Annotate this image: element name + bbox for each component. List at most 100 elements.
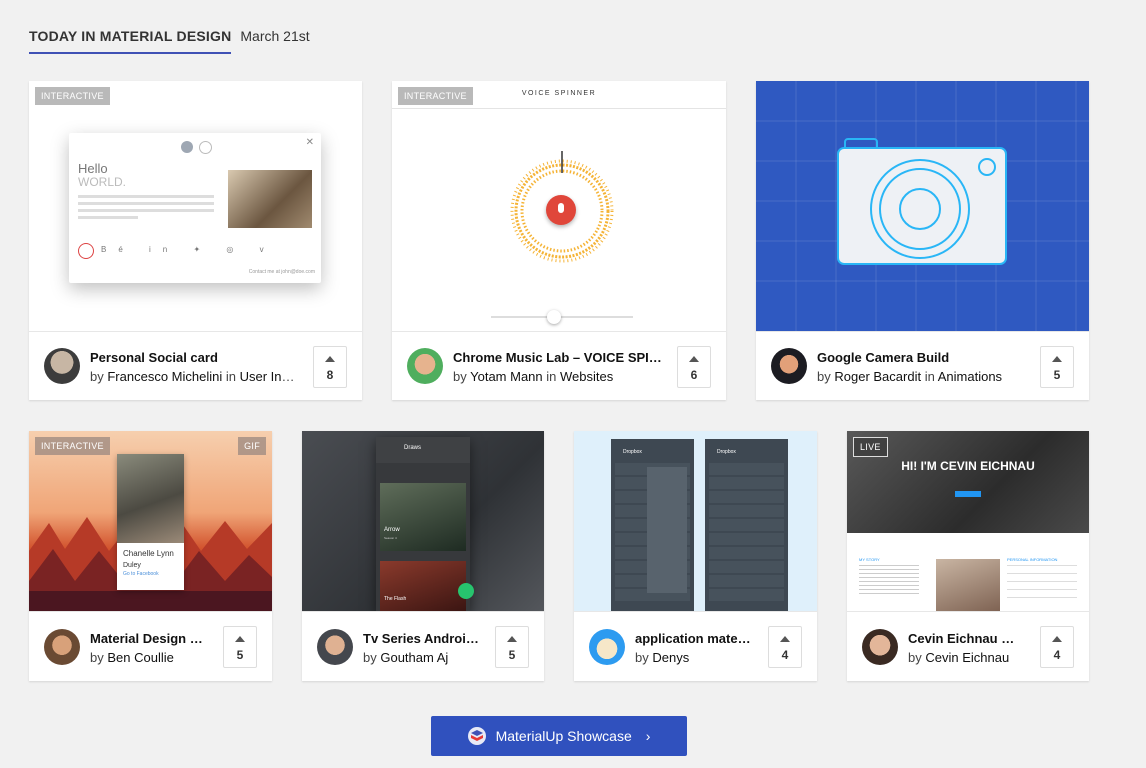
upvote-button[interactable]: 5 <box>223 626 257 668</box>
shot-card[interactable]: INTERACTIVE ✕ Hello WORLD. Bé in ✦ ◎ v C… <box>29 81 362 400</box>
vote-count: 6 <box>690 368 698 382</box>
shot-thumbnail[interactable] <box>756 81 1089 332</box>
card-title[interactable]: Cevin Eichnau W… <box>908 631 1025 646</box>
chevron-right-icon: › <box>645 728 651 744</box>
shot-card[interactable]: Draws Arrow Season 4 The Flash Tv Series… <box>302 431 544 681</box>
card-title[interactable]: Material Design … <box>90 631 208 646</box>
preview-hello: Hello <box>78 161 108 176</box>
upvote-button[interactable]: 6 <box>677 346 711 388</box>
card-title[interactable]: Tv Series Androi… <box>363 631 480 646</box>
profile-photo <box>117 454 184 543</box>
live-badge: LIVE <box>853 437 888 457</box>
interactive-badge: INTERACTIVE <box>35 87 110 105</box>
card-byline: by Goutham Aj <box>363 650 449 665</box>
phone-preview-left: Dropbox <box>611 439 694 612</box>
preview-name1: Chanelle Lynn <box>123 549 174 558</box>
avatar[interactable] <box>862 629 898 665</box>
upvote-button[interactable]: 5 <box>1040 346 1074 388</box>
category-link[interactable]: Animations <box>938 369 1002 384</box>
portrait-photo <box>936 559 1000 612</box>
upvote-arrow-icon <box>1052 636 1062 642</box>
upvote-arrow-icon <box>235 636 245 642</box>
avatar[interactable] <box>317 629 353 665</box>
vote-count: 8 <box>326 368 334 382</box>
shot-card[interactable]: HI! I'M CEVIN EICHNAU LIVE MY STORY PERS… <box>847 431 1089 681</box>
upvote-button[interactable]: 4 <box>768 626 802 668</box>
mic-button[interactable] <box>546 195 576 225</box>
gif-badge: GIF <box>238 437 266 455</box>
shot-thumbnail[interactable]: HI! I'M CEVIN EICHNAU LIVE MY STORY PERS… <box>847 431 1089 612</box>
materialup-showcase-button[interactable]: MaterialUp Showcase › <box>431 716 687 756</box>
shot-thumbnail[interactable]: INTERACTIVE ✕ Hello WORLD. Bé in ✦ ◎ v C… <box>29 81 362 332</box>
card-byline: by Ben Coullie <box>90 650 174 665</box>
shot-card[interactable]: Google Camera Build by Roger Bacardit in… <box>756 81 1089 400</box>
author-link[interactable]: Francesco Michelini <box>107 369 222 384</box>
social-card-preview: ✕ Hello WORLD. Bé in ✦ ◎ v Contact me at… <box>69 133 321 283</box>
section-title[interactable]: TODAY IN MATERIAL DESIGN <box>29 28 232 54</box>
vote-count: 5 <box>236 648 244 662</box>
camera-illustration <box>756 81 1089 332</box>
card-footer: Cevin Eichnau W… by Cevin Eichnau 4 <box>847 611 1089 681</box>
upvote-arrow-icon <box>325 356 335 362</box>
arrow-poster: Arrow Season 4 <box>380 483 466 551</box>
cta-label: MaterialUp Showcase <box>495 728 632 744</box>
avatar[interactable] <box>44 629 80 665</box>
shot-thumbnail[interactable]: Dropbox Dropbox <box>574 431 817 612</box>
card-footer: Personal Social card by Francesco Michel… <box>29 331 362 400</box>
author-link[interactable]: Denys <box>652 650 689 665</box>
card-byline: by Yotam Mann in Websites <box>453 369 614 384</box>
vote-count: 4 <box>1053 648 1061 662</box>
card-byline: by Roger Bacardit in Animations <box>817 369 1003 384</box>
upvote-button[interactable]: 4 <box>1040 626 1074 668</box>
flash-poster: The Flash <box>380 561 466 611</box>
upvote-button[interactable]: 5 <box>495 626 529 668</box>
kitten-photo <box>228 170 312 228</box>
profile-card-preview: Chanelle Lynn Duley Go to Facebook <box>117 454 184 590</box>
upvote-arrow-icon <box>689 356 699 362</box>
shot-thumbnail[interactable]: INTERACTIVE GIF Chanelle Lynn Duley Go t… <box>29 431 272 612</box>
avatar[interactable] <box>589 629 625 665</box>
preview-link: Go to Facebook <box>123 571 159 577</box>
avatar[interactable] <box>44 348 80 384</box>
card-byline: by Denys <box>635 650 690 665</box>
shot-card[interactable]: INTERACTIVE VOICE SPINNER Chrome Music L… <box>392 81 726 400</box>
card-title[interactable]: Personal Social card <box>90 350 298 365</box>
story-label: MY STORY <box>859 557 880 562</box>
card-title[interactable]: Google Camera Build <box>817 350 1025 365</box>
card-footer: Chrome Music Lab – VOICE SPI… by Yotam M… <box>392 331 726 400</box>
author-link[interactable]: Goutham Aj <box>380 650 448 665</box>
author-link[interactable]: Ben Coullie <box>107 650 174 665</box>
vote-count: 4 <box>781 648 789 662</box>
avatar[interactable] <box>407 348 443 384</box>
shot-card[interactable]: INTERACTIVE GIF Chanelle Lynn Duley Go t… <box>29 431 272 681</box>
section-date: March 21st <box>240 28 310 44</box>
author-link[interactable]: Cevin Eichnau <box>925 650 1009 665</box>
card-title[interactable]: Chrome Music Lab – VOICE SPI… <box>453 350 662 365</box>
category-link[interactable]: Websites <box>560 369 613 384</box>
phone-preview-right: Dropbox <box>705 439 788 612</box>
mic-icon <box>558 203 564 213</box>
info-label: PERSONAL INFORMATION <box>1007 557 1058 562</box>
author-link[interactable]: Roger Bacardit <box>834 369 921 384</box>
shot-thumbnail[interactable]: INTERACTIVE VOICE SPINNER <box>392 81 726 332</box>
section-header: TODAY IN MATERIAL DESIGN March 21st <box>29 28 310 54</box>
speed-slider[interactable] <box>491 310 633 324</box>
shot-thumbnail[interactable]: Draws Arrow Season 4 The Flash <box>302 431 544 612</box>
vote-count: 5 <box>1053 368 1061 382</box>
card-title[interactable]: application mate… <box>635 631 753 646</box>
upvote-arrow-icon <box>1052 356 1062 362</box>
category-link[interactable]: User Int… <box>240 369 298 384</box>
card-byline: by Cevin Eichnau <box>908 650 1010 665</box>
slider-handle[interactable] <box>547 310 561 324</box>
card-byline: by Francesco Michelini in User Int… <box>90 369 298 384</box>
avatar[interactable] <box>771 348 807 384</box>
upvote-arrow-icon <box>507 636 517 642</box>
upvote-button[interactable]: 8 <box>313 346 347 388</box>
card-footer: Google Camera Build by Roger Bacardit in… <box>756 331 1089 400</box>
shot-card[interactable]: Dropbox Dropbox application mate… by Den… <box>574 431 817 681</box>
interactive-badge: INTERACTIVE <box>35 437 110 455</box>
card-footer: application mate… by Denys 4 <box>574 611 817 681</box>
author-link[interactable]: Yotam Mann <box>470 369 543 384</box>
preview-app-title: Draws <box>404 445 422 451</box>
card-footer: Tv Series Androi… by Goutham Aj 5 <box>302 611 544 681</box>
